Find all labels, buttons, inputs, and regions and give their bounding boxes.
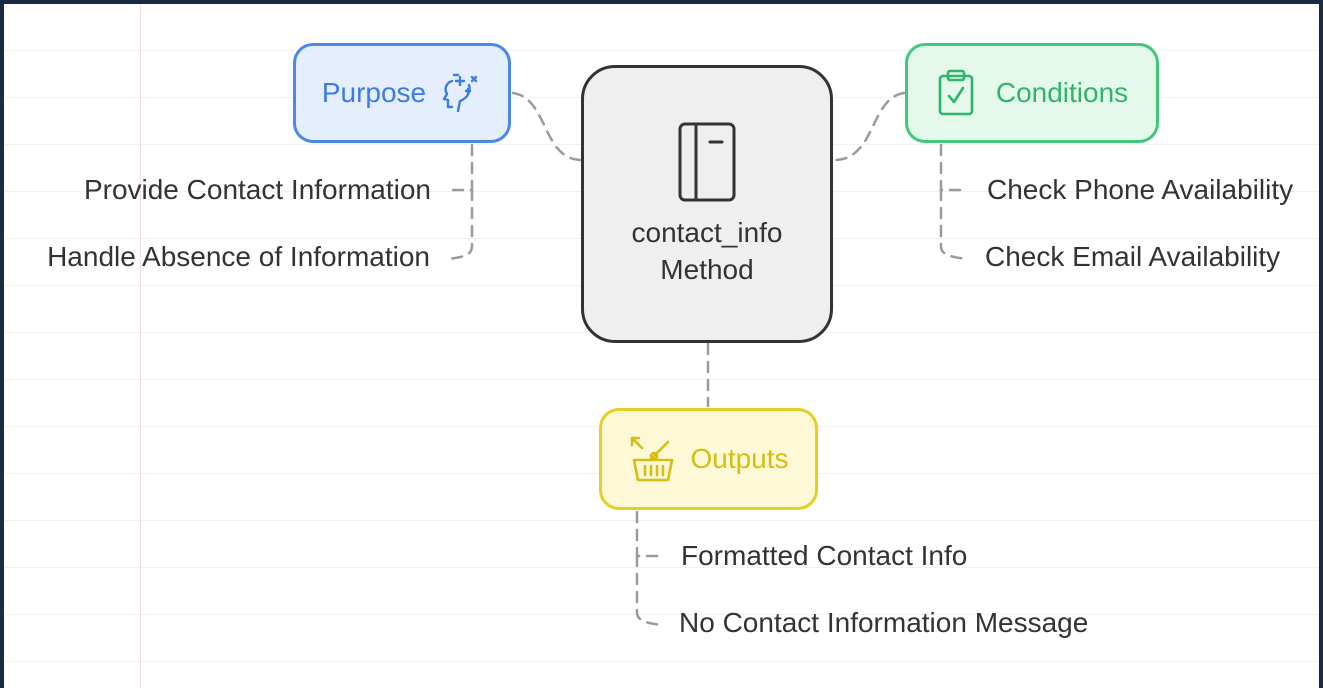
link-purpose-leaf-1	[448, 143, 474, 192]
conditions-node[interactable]: Conditions	[905, 43, 1159, 143]
leaf-formatted-contact-info: Formatted Contact Info	[681, 540, 968, 571]
link-conditions-leaf-1	[939, 143, 970, 192]
basket-icon	[628, 434, 678, 484]
link-outputs-leaf-2	[635, 554, 664, 627]
leaf-check-email-availability: Check Email Availability	[985, 241, 1281, 272]
leaf-handle-absence-of-information: Handle Absence of Information	[47, 241, 430, 272]
center-title-line-1: contact_info	[631, 217, 783, 248]
leaf-check-phone-availability: Check Phone Availability	[987, 174, 1294, 205]
leaf-provide-contact-information: Provide Contact Information	[83, 174, 431, 205]
purpose-node[interactable]: Purpose	[293, 43, 511, 143]
clipboard-check-icon	[936, 68, 976, 118]
leaf-no-contact-information-message: No Contact Information Message	[679, 607, 1089, 638]
purpose-label: Purpose	[321, 77, 427, 108]
link-conditions-leaf-2	[939, 188, 970, 261]
center-title-line-2: Method	[660, 254, 754, 285]
conditions-label: Conditions	[995, 77, 1129, 108]
link-purpose-center	[511, 91, 582, 162]
outputs-label: Outputs	[690, 443, 789, 474]
link-conditions-center	[834, 91, 906, 162]
contact-info-method-node[interactable]: contact_info Method	[581, 65, 833, 343]
notebook-icon	[676, 120, 738, 204]
outputs-node[interactable]: Outputs	[599, 408, 818, 510]
link-purpose-leaf-2	[446, 188, 474, 261]
head-sparkle-icon	[438, 71, 482, 115]
link-outputs-leaf-1	[635, 510, 664, 558]
